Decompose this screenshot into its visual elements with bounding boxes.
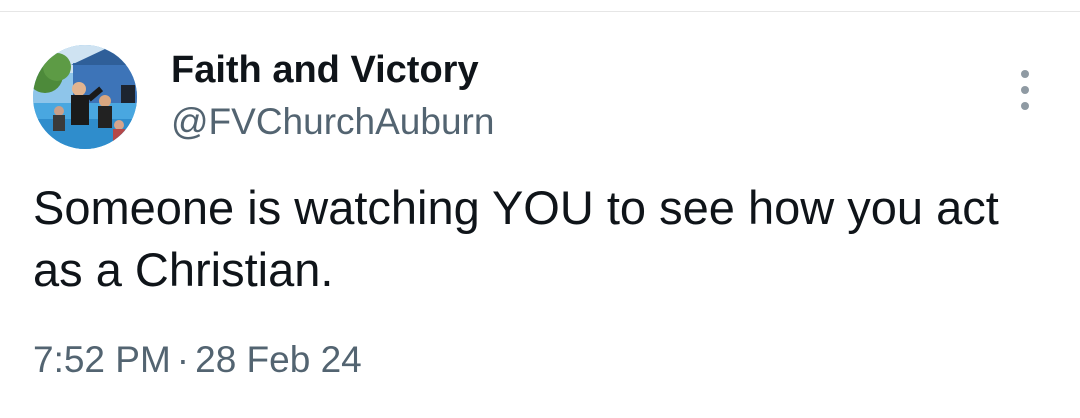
- tweet-timestamp[interactable]: 7:52 PM · 28 Feb 24: [33, 336, 362, 384]
- more-vertical-icon: [1021, 70, 1029, 78]
- tweet-card[interactable]: Faith and Victory @FVChurchAuburn Someon…: [0, 0, 1080, 418]
- author-handle[interactable]: @FVChurchAuburn: [171, 98, 494, 146]
- divider: [0, 11, 1080, 12]
- timestamp-separator: ·: [176, 339, 190, 380]
- tweet-date[interactable]: 28 Feb 24: [195, 339, 362, 380]
- more-vertical-icon: [1021, 86, 1029, 94]
- more-vertical-icon: [1021, 102, 1029, 110]
- avatar[interactable]: [33, 45, 137, 149]
- more-options-button[interactable]: [1010, 70, 1040, 110]
- author-display-name[interactable]: Faith and Victory: [171, 46, 479, 94]
- tweet-time[interactable]: 7:52 PM: [33, 339, 171, 380]
- tweet-text: Someone is watching YOU to see how you a…: [33, 181, 999, 296]
